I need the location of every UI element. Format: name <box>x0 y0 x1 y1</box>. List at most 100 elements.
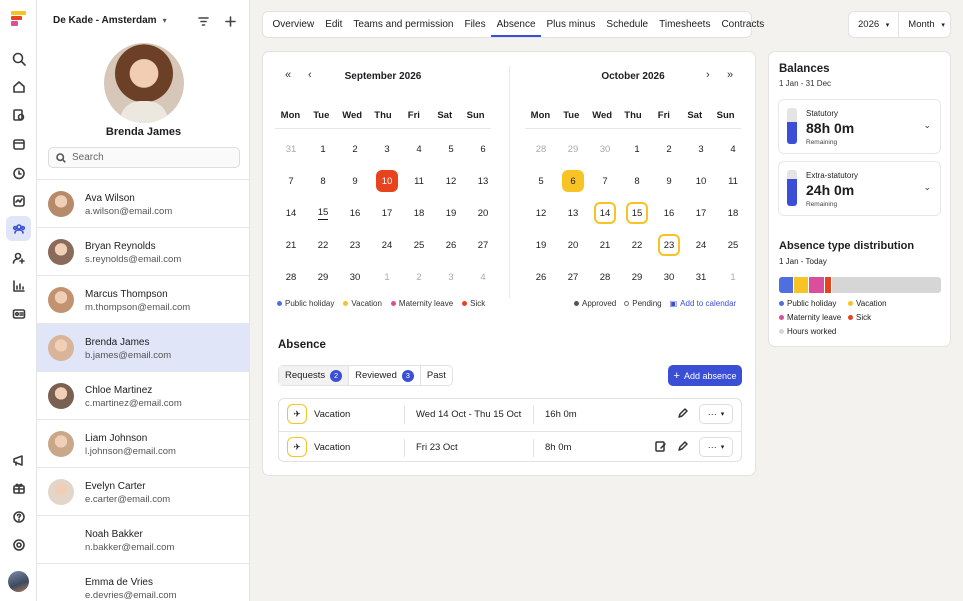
calendar-day[interactable]: 9 <box>653 169 685 193</box>
employee-list-item[interactable]: Chloe Martinez c.martinez@email.com <box>37 371 250 419</box>
calendar-day[interactable]: 4 <box>403 137 435 161</box>
app-logo-icon[interactable] <box>11 11 26 27</box>
settings-icon[interactable] <box>6 532 31 557</box>
edit-icon[interactable] <box>677 408 689 420</box>
calendar-day[interactable]: 21 <box>589 233 621 257</box>
calendar-day[interactable]: 23 <box>339 233 371 257</box>
calendar-day[interactable]: 16 <box>339 201 371 225</box>
search-document-icon[interactable] <box>6 102 31 127</box>
calendar-day[interactable]: 3 <box>371 137 403 161</box>
tab-absence[interactable]: Absence <box>491 12 542 37</box>
calendar-day[interactable]: 25 <box>403 233 435 257</box>
calendar-day[interactable]: 10 <box>685 169 717 193</box>
calendar-day[interactable]: 14 <box>275 201 307 225</box>
calendar-day[interactable]: 6 <box>557 169 589 193</box>
calendar-day[interactable]: 29 <box>621 265 653 289</box>
tab-contracts[interactable]: Contracts <box>716 12 770 37</box>
tab-schedule[interactable]: Schedule <box>601 12 654 37</box>
calendar-day[interactable]: 9 <box>339 169 371 193</box>
calendar-day[interactable]: 30 <box>339 265 371 289</box>
tab-edit[interactable]: Edit <box>320 12 348 37</box>
calendar-day[interactable]: 24 <box>685 233 717 257</box>
employee-list-item[interactable]: Marcus Thompson m.thompson@email.com <box>37 275 250 323</box>
calendar-day[interactable]: 4 <box>467 265 499 289</box>
calendar-day[interactable]: 11 <box>403 169 435 193</box>
calendar-day[interactable]: 29 <box>307 265 339 289</box>
calendar-day[interactable]: 2 <box>403 265 435 289</box>
calendar-day[interactable]: 26 <box>435 233 467 257</box>
calendar-day[interactable]: 1 <box>307 137 339 161</box>
calendar-day[interactable]: 31 <box>685 265 717 289</box>
calendar-day[interactable]: 31 <box>275 137 307 161</box>
next-year-icon[interactable]: » <box>727 69 733 81</box>
search-icon[interactable] <box>6 46 31 71</box>
subtab-requests[interactable]: Requests 2 <box>279 366 350 385</box>
calendar-icon[interactable] <box>6 131 31 156</box>
calendar-day[interactable]: 23 <box>653 233 685 257</box>
add-absence-button[interactable]: + Add absence <box>668 365 742 386</box>
home-icon[interactable] <box>6 74 31 99</box>
calendar-day[interactable]: 27 <box>467 233 499 257</box>
team-icon[interactable] <box>6 216 31 241</box>
calendar-day[interactable]: 5 <box>525 169 557 193</box>
tab-plus-minus[interactable]: Plus minus <box>541 12 601 37</box>
subtab-reviewed[interactable]: Reviewed 3 <box>349 366 421 385</box>
view-select[interactable]: Month ▾ <box>899 19 945 30</box>
tab-files[interactable]: Files <box>459 12 491 37</box>
next-month-icon[interactable]: › <box>706 69 710 81</box>
gift-icon[interactable] <box>6 475 31 500</box>
clock-icon[interactable] <box>6 160 31 185</box>
employee-list-item[interactable]: Evelyn Carter e.carter@email.com <box>37 467 250 515</box>
calendar-day[interactable]: 30 <box>589 137 621 161</box>
calendar-day[interactable]: 21 <box>275 233 307 257</box>
calendar-day[interactable]: 13 <box>467 169 499 193</box>
calendar-day[interactable]: 25 <box>717 233 749 257</box>
calendar-day[interactable]: 15 <box>307 201 339 225</box>
employee-list-item[interactable]: Brenda James b.james@email.com <box>37 323 250 371</box>
calendar-day[interactable]: 7 <box>275 169 307 193</box>
balance-card[interactable]: Statutory 88h 0m Remaining ⌄ <box>778 99 941 154</box>
calendar-day[interactable]: 22 <box>307 233 339 257</box>
employee-list-item[interactable]: Ava Wilson a.wilson@email.com <box>37 179 250 227</box>
add-user-icon[interactable] <box>6 245 31 270</box>
calendar-day[interactable]: 1 <box>717 265 749 289</box>
calendar-day[interactable]: 4 <box>717 137 749 161</box>
calendar-day[interactable]: 18 <box>717 201 749 225</box>
calendar-day[interactable]: 27 <box>557 265 589 289</box>
calendar-day[interactable]: 13 <box>557 201 589 225</box>
calendar-day[interactable]: 19 <box>525 233 557 257</box>
calendar-day[interactable]: 7 <box>589 169 621 193</box>
employee-list-item[interactable]: Noah Bakker n.bakker@email.com <box>37 515 250 563</box>
calendar-day[interactable]: 28 <box>525 137 557 161</box>
reports-icon[interactable] <box>6 273 31 298</box>
calendar-day[interactable]: 3 <box>435 265 467 289</box>
calendar-day[interactable]: 22 <box>621 233 653 257</box>
announcement-icon[interactable] <box>6 447 31 472</box>
calendar-day[interactable]: 2 <box>339 137 371 161</box>
absence-row[interactable]: ✈ Vacation Wed 14 Oct - Thu 15 Oct 16h 0m ··… <box>279 399 741 431</box>
calendar-day[interactable]: 8 <box>307 169 339 193</box>
edit-icon[interactable] <box>677 441 689 453</box>
calendar-day[interactable]: 28 <box>275 265 307 289</box>
balance-card[interactable]: Extra-statutory 24h 0m Remaining ⌄ <box>778 161 941 216</box>
chevron-down-icon[interactable]: ⌄ <box>923 182 931 193</box>
search-box[interactable] <box>48 147 240 168</box>
subtab-past[interactable]: Past <box>421 366 452 385</box>
calendar-day[interactable]: 18 <box>403 201 435 225</box>
calendar-day[interactable]: 19 <box>435 201 467 225</box>
tab-overview[interactable]: Overview <box>267 12 320 37</box>
calendar-day[interactable]: 24 <box>371 233 403 257</box>
employee-list-item[interactable]: Liam Johnson l.johnson@email.com <box>37 419 250 467</box>
calendar-day[interactable]: 20 <box>557 233 589 257</box>
calendar-day[interactable]: 5 <box>435 137 467 161</box>
calendar-day[interactable]: 17 <box>685 201 717 225</box>
calendar-day[interactable]: 1 <box>371 265 403 289</box>
calendar-day[interactable]: 30 <box>653 265 685 289</box>
employee-list-item[interactable]: Bryan Reynolds s.reynolds@email.com <box>37 227 250 275</box>
calendar-day[interactable]: 10 <box>371 169 403 193</box>
calendar-day[interactable]: 1 <box>621 137 653 161</box>
calendar-day[interactable]: 26 <box>525 265 557 289</box>
id-card-icon[interactable] <box>6 301 31 326</box>
year-select[interactable]: 2026 ▾ <box>849 19 889 30</box>
employee-list-item[interactable]: Emma de Vries e.devries@email.com <box>37 563 250 601</box>
